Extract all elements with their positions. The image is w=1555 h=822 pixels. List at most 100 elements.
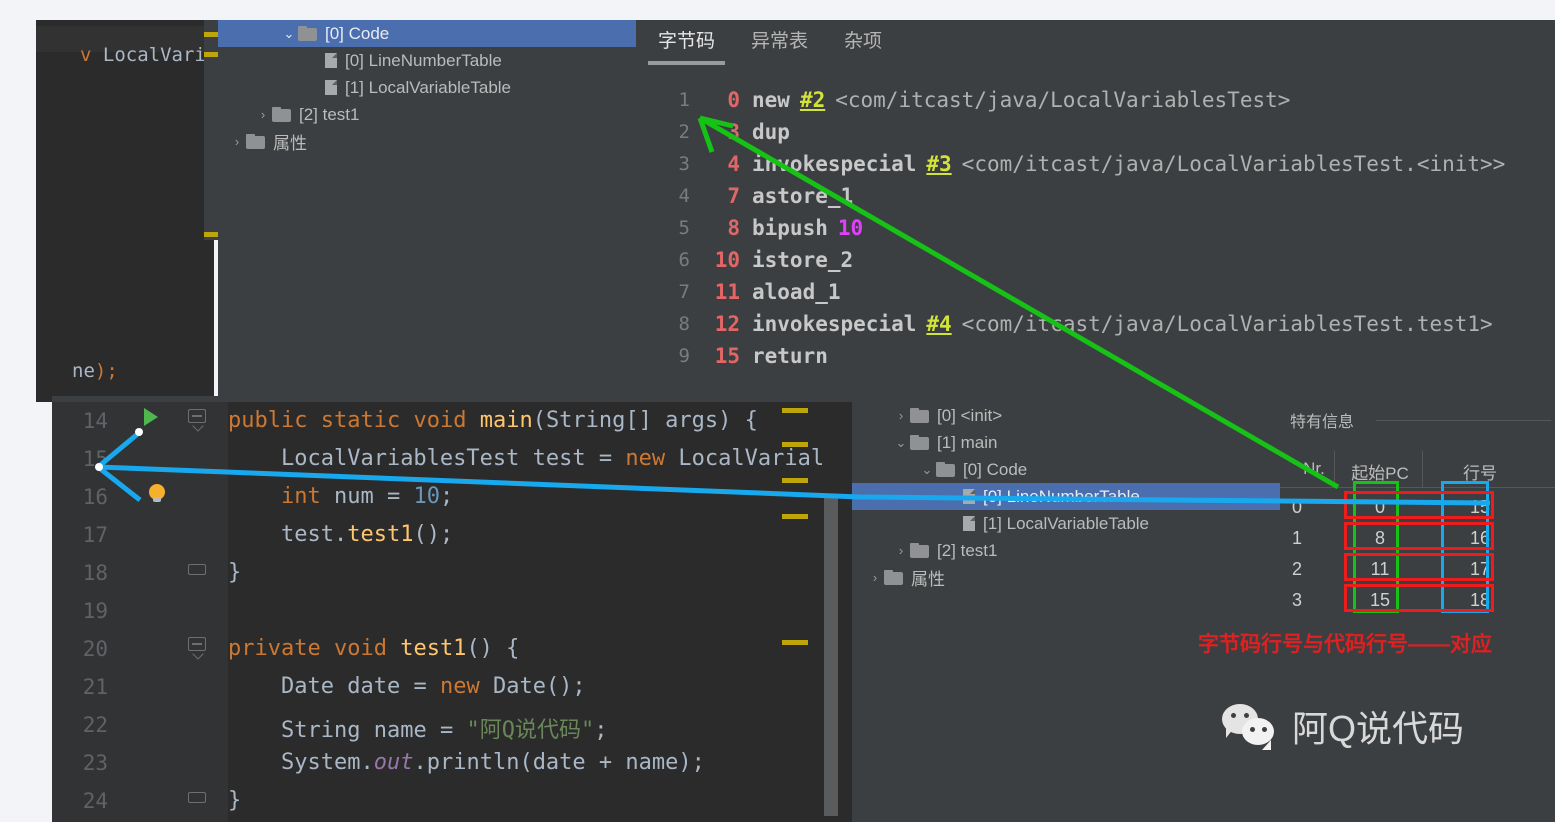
bytecode-line-number: 7	[678, 281, 690, 303]
code-line-number: 19	[82, 599, 108, 623]
gutter-marker	[782, 478, 808, 483]
tree-item[interactable]: › [2] test1	[218, 101, 636, 128]
fold-collapse-icon[interactable]	[188, 637, 208, 660]
bytecode-tabstrip[interactable]: 字节码 异常表 杂项	[636, 20, 1555, 65]
code-editor[interactable]: 14 public static void main(String[] args)…	[52, 396, 852, 822]
chevron-right-icon[interactable]: ›	[866, 570, 884, 585]
watermark-text: 阿Q说代码	[1292, 708, 1465, 749]
tree-item-label: [0] Code	[325, 23, 390, 43]
bytecode-line[interactable]: 4 7 astore_1	[656, 180, 1555, 212]
watermark: 阿Q说代码	[1222, 700, 1464, 752]
bytecode-opcode: new	[752, 88, 790, 112]
bytecode-opcode: astore_1	[752, 184, 854, 208]
tree-item-label: [0] <init>	[937, 405, 1003, 425]
fold-end-icon[interactable]	[188, 792, 208, 812]
code-line[interactable]: 15 LocalVariablesTest test = new LocalVa…	[52, 440, 852, 478]
bytecode-offset: 15	[714, 344, 740, 368]
tree-item[interactable]: › 属性	[852, 564, 1280, 591]
bytecode-line[interactable]: 3 4 invokespecial #3 <com/itcast/java/LocalV…	[656, 148, 1555, 180]
folder-icon	[910, 408, 930, 423]
gutter-marker	[782, 514, 808, 519]
code-line-number: 14	[82, 409, 108, 433]
tree-item[interactable]: ⌄ [0] Code	[852, 456, 1280, 483]
bytecode-line[interactable]: 2 3 dup	[656, 116, 1555, 148]
code-line-text: System.out.println(date + name);	[280, 750, 705, 775]
bytecode-tab[interactable]: 异常表	[751, 26, 808, 57]
constant-pool-ref[interactable]: #4	[926, 312, 951, 336]
table-cell: 1	[1292, 528, 1303, 548]
annotation-box-row-1	[1344, 522, 1494, 550]
chevron-down-icon[interactable]: ⌄	[280, 26, 298, 42]
code-line[interactable]: 16 int num = 10;	[52, 478, 852, 516]
intention-bulb-icon[interactable]	[148, 484, 166, 502]
bytecode-class-ref: <com/itcast/java/LocalVariablesTest.<ini…	[961, 152, 1506, 176]
attributes-tree-bottom-rows: › [0] <init> ⌄ [1] main ⌄ [0] Code [0] LineNum…	[852, 396, 1280, 591]
tree-item[interactable]: ⌄ [1] main	[852, 429, 1280, 456]
editor-marker-stripe[interactable]	[782, 402, 808, 822]
attributes-tree-bottom[interactable]: › [0] <init> ⌄ [1] main ⌄ [0] Code [0] LineNum…	[852, 396, 1280, 822]
bytecode-panel[interactable]: 字节码 异常表 杂项 1 0 new #2 <com/itcast/java/LocalVa…	[636, 20, 1555, 402]
tree-item[interactable]: ⌄ [0] Code	[218, 20, 636, 47]
code-line-number: 15	[82, 447, 108, 471]
tree-item[interactable]: › [0] <init>	[852, 402, 1280, 429]
code-line[interactable]: 19	[52, 592, 852, 630]
bytecode-line[interactable]: 7 11 aload_1	[656, 276, 1555, 308]
constant-pool-ref[interactable]: #2	[800, 88, 825, 112]
bytecode-line[interactable]: 1 0 new #2 <com/itcast/java/LocalVariablesTe…	[656, 84, 1555, 116]
bytecode-line-number: 4	[678, 185, 690, 207]
bytecode-tab[interactable]: 杂项	[844, 26, 882, 57]
editor-lines: 14 public static void main(String[] args)…	[52, 402, 852, 820]
bytecode-offset: 11	[714, 280, 740, 304]
tree-item[interactable]: › [2] test1	[852, 537, 1280, 564]
tree-item[interactable]: [0] LineNumberTable	[852, 483, 1280, 510]
chevron-right-icon[interactable]: ›	[892, 543, 910, 558]
chevron-down-icon[interactable]: ⌄	[918, 462, 936, 478]
file-icon	[962, 515, 976, 532]
file-icon	[324, 79, 338, 96]
fold-end-icon[interactable]	[188, 564, 208, 584]
folder-icon	[884, 570, 904, 585]
bytecode-class-ref: <com/itcast/java/LocalVariablesTest.test…	[961, 312, 1493, 336]
code-line[interactable]: 24}	[52, 782, 852, 820]
code-line[interactable]: 20 private void test1() {	[52, 630, 852, 668]
bytecode-tab[interactable]: 字节码	[647, 26, 726, 65]
bytecode-line[interactable]: 8 12 invokespecial #4 <com/itcast/java/Local…	[656, 308, 1555, 340]
bytecode-opcode: return	[752, 344, 828, 368]
attributes-tree-top[interactable]: ⌄ [0] Code [0] LineNumberTable [1] LocalVar…	[218, 20, 636, 402]
bytecode-line[interactable]: 6 10 istore_2	[656, 244, 1555, 276]
bytecode-line-number: 8	[678, 313, 690, 335]
code-line[interactable]: 14 public static void main(String[] args)…	[52, 402, 852, 440]
tree-item[interactable]: [1] LocalVariableTable	[852, 510, 1280, 537]
bytecode-line-number: 1	[678, 89, 690, 111]
run-gutter-icon[interactable]	[144, 408, 158, 426]
fold-collapse-icon[interactable]	[188, 409, 208, 432]
code-line[interactable]: 17 test.test1();	[52, 516, 852, 554]
tree-item-label: [2] test1	[937, 540, 998, 560]
chevron-right-icon[interactable]: ›	[228, 134, 246, 149]
bytecode-listing[interactable]: 1 0 new #2 <com/itcast/java/LocalVariablesTe…	[656, 76, 1555, 402]
chevron-down-icon[interactable]: ⌄	[892, 435, 910, 451]
chevron-right-icon[interactable]: ›	[892, 408, 910, 423]
bytecode-offset: 8	[727, 216, 740, 240]
tree-item[interactable]: [1] LocalVariableTable	[218, 74, 636, 101]
code-line[interactable]: 21 Date date = new Date();	[52, 668, 852, 706]
code-line-text: }	[228, 788, 242, 813]
editor-scrollbar[interactable]	[824, 496, 838, 816]
code-line[interactable]: 23 System.out.println(date + name);	[52, 744, 852, 782]
tree-item[interactable]: [0] LineNumberTable	[218, 47, 636, 74]
background-editor[interactable]: v LocalVarial ne);	[36, 20, 229, 402]
annotation-box-row-3	[1344, 584, 1494, 612]
file-icon	[324, 52, 338, 69]
bytecode-offset: 0	[727, 88, 740, 112]
bytecode-offset: 4	[727, 152, 740, 176]
folder-icon	[272, 107, 292, 122]
attributes-tree-top-rows: ⌄ [0] Code [0] LineNumberTable [1] LocalVar…	[218, 20, 636, 155]
chevron-right-icon[interactable]: ›	[254, 107, 272, 122]
bytecode-line[interactable]: 5 8 bipush 10	[656, 212, 1555, 244]
bytecode-line[interactable]: 9 15 return	[656, 340, 1555, 372]
code-line[interactable]: 18}	[52, 554, 852, 592]
constant-pool-ref[interactable]: #3	[926, 152, 951, 176]
table-column-header[interactable]: Nr.	[1292, 459, 1336, 479]
code-line[interactable]: 22 String name = "阿Q说代码";	[52, 706, 852, 744]
tree-item[interactable]: › 属性	[218, 128, 636, 155]
